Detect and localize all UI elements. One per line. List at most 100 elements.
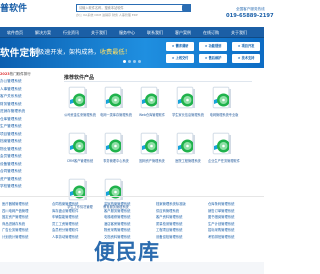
sidebar-item[interactable]: 办公管理系统 (0, 79, 22, 84)
nav-item-order[interactable]: 在线订购 (203, 27, 219, 38)
site-header: 普软件 请输入软件名称，搜索本站软件 办公 OA系统 CRM 进销存 财务 人事… (0, 0, 274, 27)
carousel-dot[interactable] (128, 60, 131, 63)
nav-item-home[interactable]: 软件首页 (7, 27, 23, 38)
product-card[interactable]: 学生家长信息管理系统 (170, 86, 206, 126)
sidebar-item[interactable]: 进销存管理系统 (0, 109, 25, 114)
footer-link[interactable]: 物资采购管理系统 (104, 227, 130, 232)
sidebar-title-year: 2023 (0, 72, 10, 76)
sidebar-item[interactable]: 客户关系系统 (0, 94, 22, 99)
section-divider (64, 81, 252, 82)
product-name[interactable]: 公司资金往来管理系统 (62, 113, 98, 117)
section-title: 推荐软件产品 (64, 75, 95, 81)
carousel-dot[interactable] (133, 60, 136, 63)
footer-link[interactable]: 计划统计管理系统 (2, 234, 28, 239)
software-box-icon (212, 86, 231, 109)
carousel-dots (0, 48, 264, 67)
footer-link[interactable]: 考勤排班管理系统 (208, 234, 234, 239)
footer-link[interactable]: 员工工资管理系统 (52, 221, 78, 226)
footer-link[interactable]: 人事劳动管理系统 (52, 234, 78, 239)
product-name[interactable]: 企业生产任务管理软件 (206, 159, 242, 163)
product-name[interactable]: CRM客户管理系统 (62, 159, 98, 163)
nav-item-cases[interactable]: 客户案例 (175, 27, 191, 38)
footer-link[interactable]: 客户服务管理系统 (104, 208, 130, 213)
product-card[interactable]: 固网资产管理系统 (134, 132, 170, 172)
footer-link[interactable]: 质量检测管理系统 (156, 221, 182, 226)
product-name[interactable]: Web仓库管理软件 (134, 113, 170, 117)
sidebar-item[interactable]: 学校管理系统 (0, 184, 22, 189)
hotline-number: 019-65889-2197 (226, 13, 274, 19)
software-box-icon (176, 132, 195, 155)
software-box-icon (140, 132, 159, 155)
carousel-dot[interactable] (123, 60, 126, 63)
hot-search-words[interactable]: 办公 OA系统 CRM 进销存 财务 人事管理 ERP (76, 13, 138, 17)
footer-link[interactable]: 图书借阅管理系统 (208, 214, 234, 219)
footer-link[interactable]: 供应商管理系统 (156, 208, 179, 213)
product-name[interactable]: 电网一类库存管理系统 (98, 113, 134, 117)
footer-link[interactable]: 招标采购管理系统 (208, 227, 234, 232)
watermark-logo: 便民库 (94, 240, 160, 264)
product-card[interactable]: Web仓库管理软件 (134, 86, 170, 126)
footer-link[interactable]: 合同档案管理系统 (52, 201, 78, 206)
product-name[interactable]: 事务管理中心系统 (98, 159, 134, 163)
footer-link[interactable]: 生产计划管理系统 (208, 221, 234, 226)
footer-link[interactable]: 酒店客房管理系统 (104, 221, 130, 226)
software-box-icon (140, 86, 159, 109)
product-card[interactable]: 电网一类库存管理系统 (98, 86, 134, 126)
footer-link[interactable]: 库存盘点管理软件 (52, 208, 78, 213)
footer-link[interactable]: 医疗器械管理系统 (2, 201, 28, 206)
sidebar-item[interactable]: 设备管理系统 (0, 162, 22, 167)
product-name[interactable]: 学生家长信息管理系统 (170, 113, 206, 117)
product-card[interactable]: 公司资金往来管理系统 (62, 86, 98, 126)
main-nav: 软件首页 解决方案 行业资讯 关于我们 服务中心 联系我们 客户案例 在线订购 … (0, 27, 264, 38)
sidebar-item[interactable]: 物业管理系统 (0, 147, 22, 152)
hotline-label: 全国客户服务热线 (236, 7, 265, 11)
footer-link[interactable]: 四川电网产值管理 (2, 208, 28, 213)
sidebar-item[interactable]: 会员管理系统 (0, 154, 22, 159)
footer-link[interactable]: 客户资料管理系统 (156, 214, 182, 219)
search-input[interactable]: 请输入软件名称，搜索本站软件 (76, 4, 191, 12)
sidebar-item[interactable]: 人事管理系统 (0, 87, 22, 92)
product-name[interactable]: 电网管理系统专业版 (206, 113, 242, 117)
footer-link[interactable]: 销售订单管理系统 (208, 208, 234, 213)
carousel-dot[interactable] (138, 60, 141, 63)
footer-link[interactable]: 商品进销存系统 (2, 221, 25, 226)
product-card[interactable]: 医院工程管理系统 (170, 132, 206, 172)
promo-banner[interactable]: 软件定制 极速开发，架构成熟，收费最低！ ★ 需求调研 ★ 功能规划 ★ 项目开… (0, 38, 264, 68)
sidebar-item[interactable]: 资产管理系统 (0, 177, 22, 182)
search-button[interactable] (182, 5, 191, 11)
sidebar-item[interactable]: 项目管理系统 (0, 132, 22, 137)
footer-link[interactable]: 车辆智能管理系统 (52, 214, 78, 219)
product-card[interactable]: 电网管理系统专业版 (206, 86, 242, 126)
software-box-icon (68, 132, 87, 155)
nav-item-news[interactable]: 行业资讯 (63, 27, 79, 38)
nav-item-about-2[interactable]: 关于我们 (231, 27, 247, 38)
product-card[interactable]: 事务管理中心系统 (98, 132, 134, 172)
sidebar-item[interactable]: 财务管理系统 (0, 102, 22, 107)
product-card[interactable]: CRM客户管理系统 (62, 132, 98, 172)
product-name[interactable]: 固网资产管理系统 (134, 159, 170, 163)
brand-logo[interactable]: 普软件 (0, 1, 27, 14)
nav-item-service[interactable]: 服务中心 (119, 27, 135, 38)
sidebar: 2023热门软件排行 办公管理系统 人事管理系统 客户关系系统 财务管理系统 进销存管理… (0, 70, 50, 190)
product-card[interactable]: 企业生产任务管理软件 (206, 132, 242, 172)
sidebar-item[interactable]: 仓库管理系统 (0, 117, 22, 122)
footer-link[interactable]: 监狱档案管理系统 (104, 201, 130, 206)
software-box-icon (212, 132, 231, 155)
footer-link[interactable]: 仓库条码管理系统 (208, 201, 234, 206)
nav-item-solutions[interactable]: 解决方案 (35, 27, 51, 38)
sidebar-item[interactable]: 档案管理系统 (0, 139, 22, 144)
software-box-icon (68, 86, 87, 109)
footer-link[interactable]: 工程项目管理系统 (156, 227, 182, 232)
sidebar-item[interactable]: 生产管理系统 (0, 124, 22, 129)
footer-link[interactable]: 电梯维修管理系统 (104, 214, 130, 219)
software-box-icon (104, 86, 123, 109)
product-name[interactable]: 医院工程管理系统 (170, 159, 206, 163)
footer-link[interactable]: 会员积分管理软件 (52, 227, 78, 232)
footer-link[interactable]: 固定资产管理系统 (2, 214, 28, 219)
nav-item-about[interactable]: 关于我们 (91, 27, 107, 38)
footer-link[interactable]: 广告业务管理系统 (2, 227, 28, 232)
software-box-icon (104, 132, 123, 155)
sidebar-item[interactable]: 合同管理系统 (0, 169, 22, 174)
nav-item-contact[interactable]: 联系我们 (147, 27, 163, 38)
footer-link[interactable]: 档案管理系统标准版 (156, 201, 186, 206)
